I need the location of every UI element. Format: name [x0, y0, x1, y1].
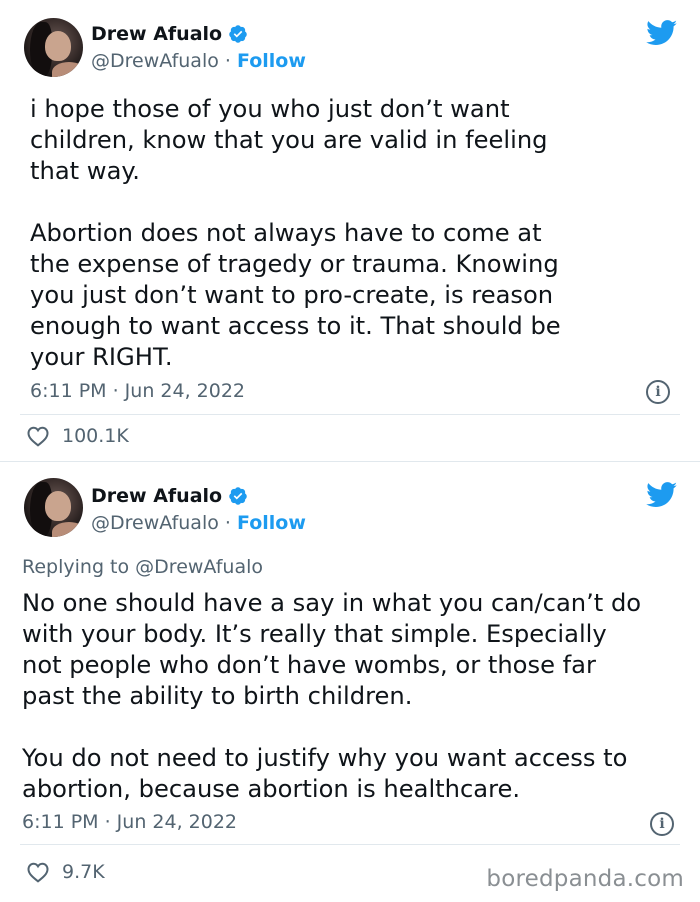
author-name-row[interactable]: Drew Afualo: [91, 485, 248, 507]
info-icon[interactable]: i: [646, 380, 670, 404]
divider: [20, 844, 680, 845]
author-handle[interactable]: @DrewAfualo: [91, 50, 219, 72]
replying-prefix: Replying to: [22, 556, 130, 578]
avatar-shoulder: [52, 522, 83, 537]
like-count: 100.1K: [62, 425, 129, 447]
author-name[interactable]: Drew Afualo: [91, 23, 222, 45]
follow-button[interactable]: Follow: [237, 512, 306, 534]
avatar-face: [45, 491, 71, 521]
heart-icon[interactable]: [26, 861, 50, 883]
handle-row: @DrewAfualo · Follow: [91, 50, 306, 72]
heart-icon[interactable]: [26, 425, 50, 447]
info-icon[interactable]: i: [650, 812, 674, 836]
author-name[interactable]: Drew Afualo: [91, 485, 222, 507]
twitter-bird-icon[interactable]: [646, 20, 678, 46]
dot-separator: ·: [224, 50, 231, 72]
handle-row: @DrewAfualo · Follow: [91, 512, 306, 534]
avatar[interactable]: [24, 478, 83, 537]
avatar[interactable]: [24, 18, 83, 77]
divider: [20, 414, 680, 415]
avatar-shoulder: [52, 62, 83, 77]
watermark: boredpanda.com: [486, 866, 684, 892]
tweet-card-1: Drew Afualo @DrewAfualo · Follow i hope …: [0, 0, 700, 461]
tweet-timestamp[interactable]: 6:11 PM · Jun 24, 2022: [30, 380, 245, 402]
author-handle[interactable]: @DrewAfualo: [91, 512, 219, 534]
tweet-card-2: Drew Afualo @DrewAfualo · Follow Replyin…: [0, 462, 700, 902]
like-count: 9.7K: [62, 861, 105, 883]
tweet-timestamp[interactable]: 6:11 PM · Jun 24, 2022: [22, 811, 237, 833]
twitter-bird-icon[interactable]: [646, 482, 678, 508]
avatar-face: [45, 31, 71, 61]
follow-button[interactable]: Follow: [237, 50, 306, 72]
verified-badge-icon: [229, 25, 247, 43]
author-name-row[interactable]: Drew Afualo: [91, 23, 248, 45]
like-row[interactable]: 9.7K: [26, 861, 105, 883]
tweet-text: i hope those of you who just don’t want …: [30, 95, 561, 371]
replying-to: Replying to @DrewAfualo: [22, 556, 263, 578]
tweet-text: No one should have a say in what you can…: [22, 589, 642, 803]
verified-badge-icon: [229, 487, 247, 505]
dot-separator: ·: [224, 512, 231, 534]
like-row[interactable]: 100.1K: [26, 425, 129, 447]
replying-to-handle[interactable]: @DrewAfualo: [135, 556, 263, 578]
